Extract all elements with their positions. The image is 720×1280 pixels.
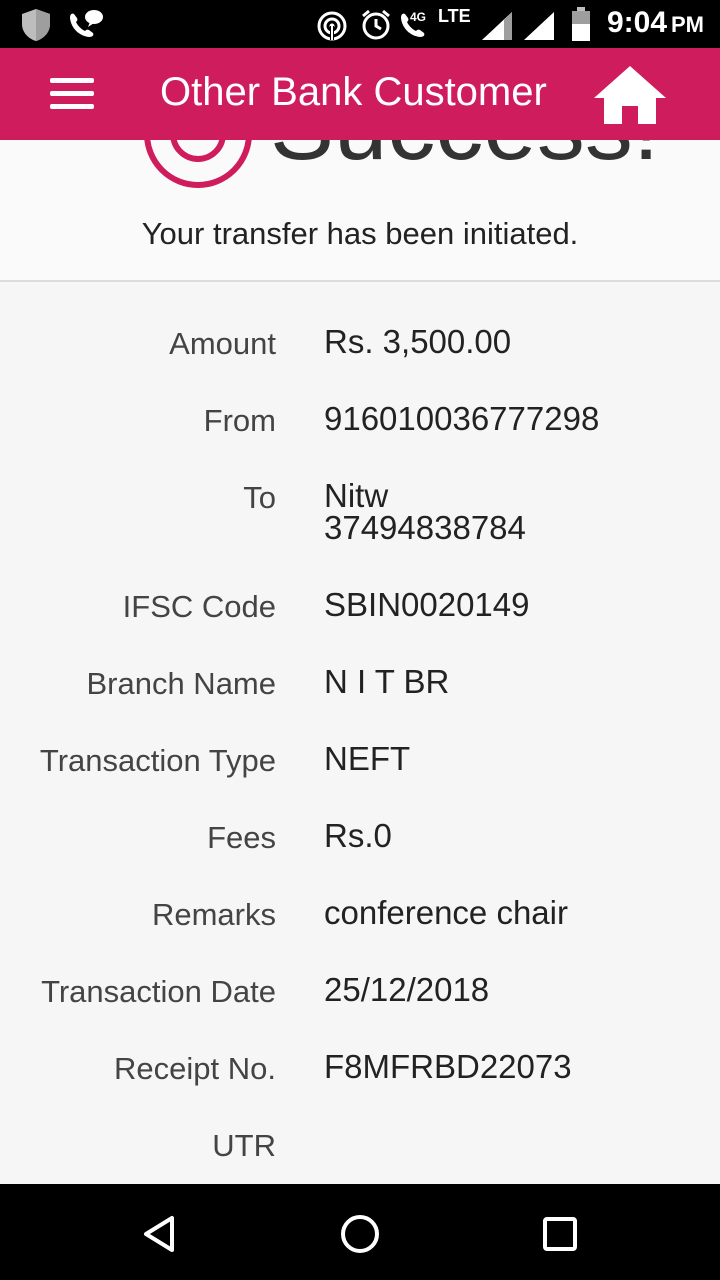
detail-label: Branch Name: [86, 666, 276, 701]
detail-value: Nitw 37494838784: [324, 477, 526, 546]
detail-label: UTR: [212, 1128, 276, 1163]
detail-value: F8MFRBD22073: [324, 1048, 572, 1085]
network-type-label: LTE: [438, 6, 471, 26]
detail-value-line: Nitw: [324, 477, 389, 514]
detail-value: N I T BR: [324, 663, 450, 700]
status-time: 9:04 PM: [607, 6, 704, 40]
status-time-ampm: PM: [671, 12, 704, 37]
page-title: Other Bank Customer: [160, 70, 547, 114]
detail-value: Rs. 3,500.00: [324, 323, 512, 360]
transaction-details: Amount Rs. 3,500.00 From 916010036777298…: [0, 282, 720, 1184]
detail-label: From: [203, 403, 276, 438]
detail-label: Remarks: [151, 897, 276, 932]
shield-icon: [22, 9, 50, 41]
detail-value: 25/12/2018: [324, 971, 490, 1008]
detail-value: conference chair: [324, 894, 568, 931]
recents-square-icon[interactable]: [538, 1212, 582, 1256]
detail-label: Transaction Type: [39, 743, 276, 778]
network-type-small: 4G: [410, 10, 427, 24]
voicemail-icon: [70, 10, 103, 37]
signal-icon: [524, 12, 554, 40]
hotspot-icon: [317, 11, 347, 41]
detail-label: IFSC Code: [122, 589, 276, 624]
home-circle-icon[interactable]: [338, 1212, 382, 1256]
detail-value: 916010036777298: [324, 400, 600, 437]
detail-label: Receipt No.: [114, 1051, 276, 1086]
success-header: Success! Your transfer has been initiate…: [0, 140, 720, 282]
success-check-icon: [144, 140, 252, 188]
signal-icon: [482, 12, 512, 40]
detail-label: Transaction Date: [41, 974, 276, 1009]
detail-label: Amount: [169, 326, 276, 361]
status-bar: 4G LTE 9:04 PM: [0, 0, 720, 48]
detail-value: SBIN0020149: [324, 586, 530, 623]
success-message: Your transfer has been initiated.: [141, 216, 579, 251]
detail-value-line: 37494838784: [324, 509, 526, 546]
success-heading: Success!: [270, 140, 659, 182]
detail-label: Fees: [207, 820, 276, 855]
detail-label: To: [243, 480, 276, 515]
detail-value: Rs.0: [324, 817, 392, 854]
alarm-icon: [362, 9, 390, 40]
detail-value: NEFT: [324, 740, 411, 777]
system-nav-bar: [0, 1184, 720, 1280]
back-triangle-icon[interactable]: [138, 1212, 182, 1256]
app-bar: Other Bank Customer: [0, 48, 720, 140]
hamburger-menu-icon[interactable]: [38, 70, 106, 118]
home-icon[interactable]: [590, 62, 670, 128]
battery-icon: [572, 7, 590, 41]
status-time-value: 9:04: [606, 6, 667, 39]
